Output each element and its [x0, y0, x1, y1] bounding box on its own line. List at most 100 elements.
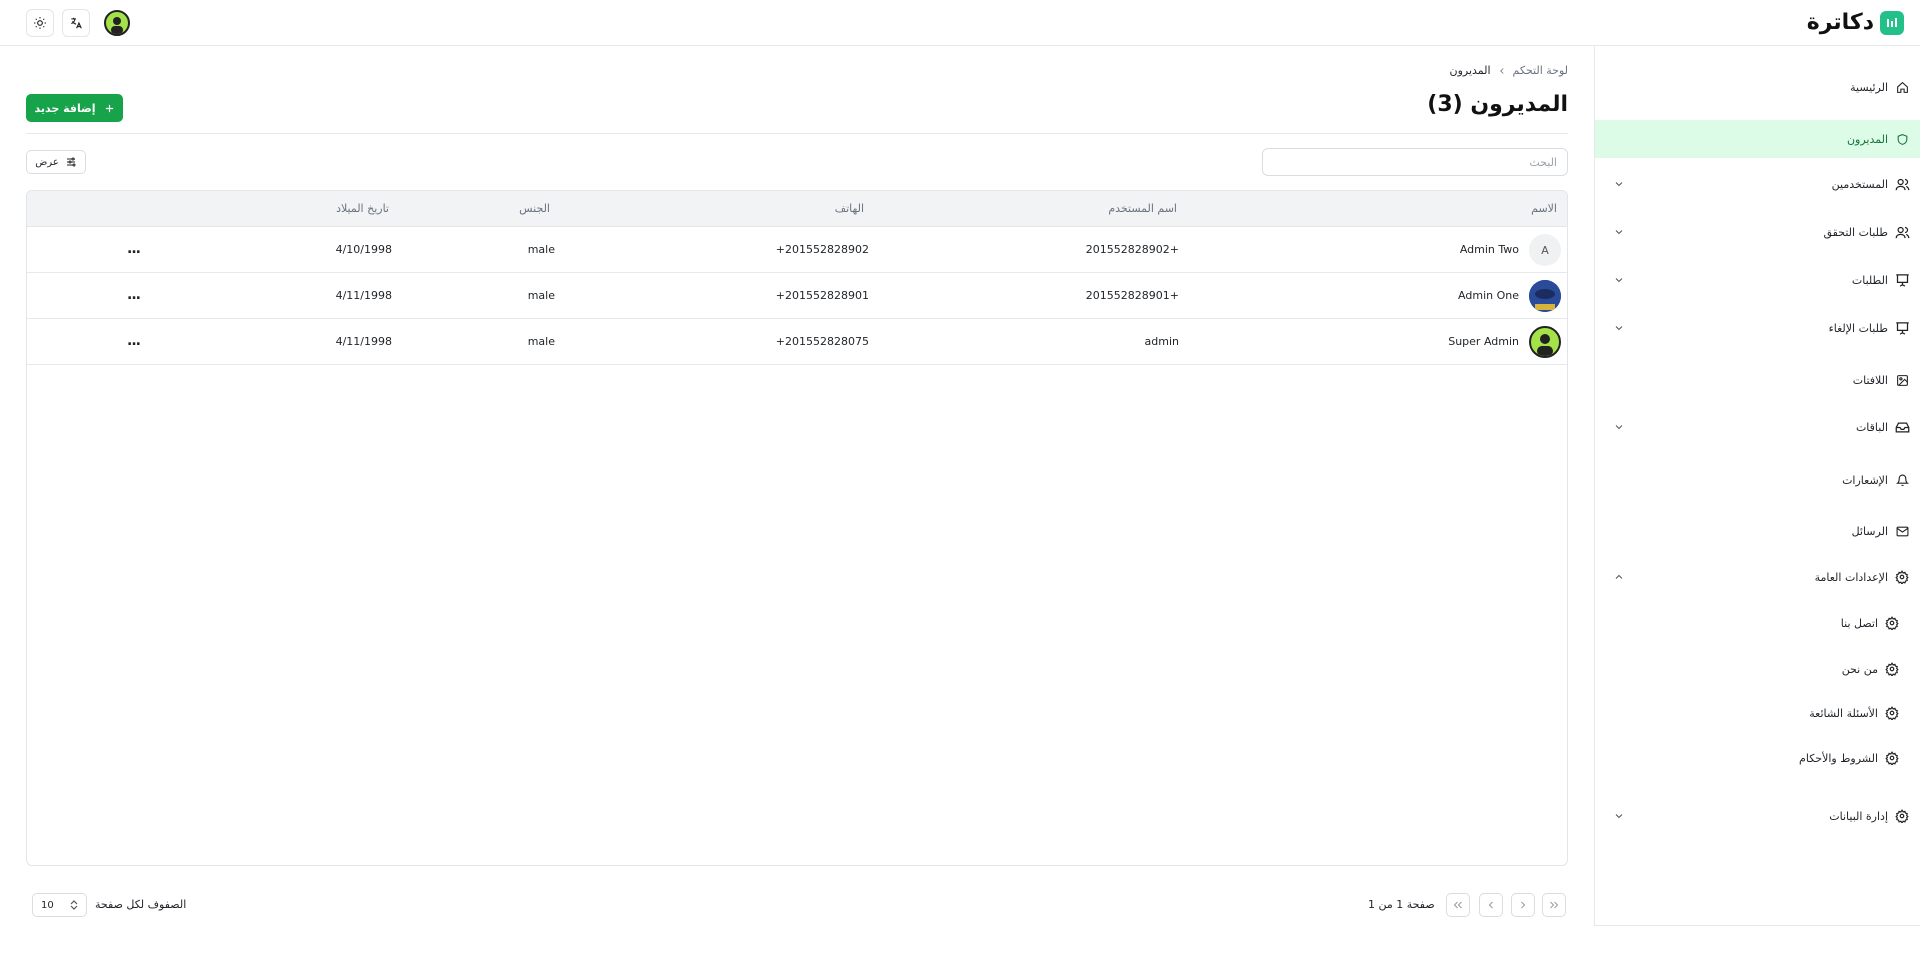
sidebar-item-home[interactable]: الرئيسية [1595, 68, 1920, 106]
table-row[interactable]: Admin One 201552828901+ +201552828901 ma… [27, 273, 1567, 319]
gear-icon [1884, 750, 1900, 766]
avatar: A [1529, 234, 1561, 266]
gear-icon [1884, 705, 1900, 721]
users-icon [1894, 224, 1910, 240]
avatar [1529, 280, 1561, 312]
table-row[interactable]: A Admin Two 201552828902+ +201552828902 … [27, 227, 1567, 273]
plus-icon [104, 103, 115, 114]
mail-icon [1894, 523, 1910, 539]
chevron-down-icon [1613, 274, 1625, 286]
cell-username: 201552828902+ [1085, 243, 1179, 256]
chevron-up-icon [1613, 571, 1625, 583]
presentation-icon [1894, 272, 1910, 288]
row-actions-button[interactable]: ... [127, 287, 141, 303]
sidebar-item-admins[interactable]: المديرون [1595, 120, 1920, 158]
sidebar-item-users[interactable]: المستخدمين [1595, 165, 1920, 203]
brand-name: دكاترة [1806, 10, 1875, 35]
next-page-button[interactable] [1479, 893, 1503, 917]
column-header-name[interactable]: الاسم [1531, 202, 1557, 215]
cell-birthdate: 4/10/1998 [335, 243, 392, 256]
inbox-icon [1894, 419, 1910, 435]
sliders-icon [65, 156, 77, 168]
cell-phone: +201552828902 [775, 243, 869, 256]
sidebar-item-general-settings[interactable]: الإعدادات العامة [1595, 558, 1920, 596]
gear-icon [1894, 808, 1910, 824]
presentation-icon [1894, 320, 1910, 336]
row-actions-button[interactable]: ... [127, 333, 141, 349]
sidebar-item-label: من نحن [1841, 662, 1878, 676]
sidebar-subitem-about-us[interactable]: من نحن [1595, 650, 1920, 688]
chevron-down-icon [1613, 322, 1625, 334]
cell-phone: +201552828901 [775, 289, 869, 302]
last-page-button[interactable] [1446, 893, 1470, 917]
translate-icon [69, 16, 83, 30]
language-button[interactable] [62, 9, 90, 37]
chevron-down-icon [1613, 810, 1625, 822]
cell-gender: male [527, 243, 555, 256]
cell-phone: +201552828075 [775, 335, 869, 348]
bell-icon [1894, 472, 1910, 488]
sidebar-item-label: المديرون [1846, 132, 1888, 146]
rows-per-page-select[interactable]: 10 [32, 893, 87, 917]
table-header: الاسم اسم المستخدم الهاتف الجنس تاريخ ال… [27, 191, 1567, 227]
page-title: المديرون (3) [1427, 92, 1568, 117]
sidebar: الرئيسية المديرون المستخدمين طلبات التحق… [1594, 46, 1920, 926]
column-header-gender[interactable]: الجنس [519, 202, 550, 215]
row-actions-button[interactable]: ... [127, 241, 141, 257]
sidebar-item-label: الإعدادات العامة [1814, 570, 1888, 584]
table-row[interactable]: Super Admin admin +201552828075 male 4/1… [27, 319, 1567, 365]
sidebar-item-label: الرئيسية [1850, 80, 1888, 94]
theme-toggle-button[interactable] [26, 9, 54, 37]
add-new-button[interactable]: إضافة جديد [26, 94, 123, 122]
add-new-label: إضافة جديد [34, 101, 96, 115]
cell-name: Admin Two [1459, 243, 1519, 256]
sidebar-item-label: اتصل بنا [1840, 616, 1878, 630]
cell-name: Admin One [1458, 289, 1519, 302]
cell-name: Super Admin [1448, 335, 1519, 348]
sidebar-item-label: طلبات الإلغاء [1828, 321, 1888, 335]
column-header-birthdate[interactable]: تاريخ الميلاد [336, 202, 389, 215]
sidebar-subitem-contact-us[interactable]: اتصل بنا [1595, 604, 1920, 642]
gear-icon [1894, 569, 1910, 585]
gear-icon [1884, 615, 1900, 631]
page-status: صفحة 1 من 1 [1368, 898, 1435, 911]
sidebar-item-label: الإشعارات [1842, 473, 1888, 487]
top-bar: دكاترة [0, 0, 1920, 46]
sidebar-item-messages[interactable]: الرسائل [1595, 512, 1920, 550]
column-header-phone[interactable]: الهاتف [835, 202, 864, 215]
avatar [1529, 326, 1561, 358]
sidebar-item-data-management[interactable]: إدارة البيانات [1595, 797, 1920, 835]
cell-username: 201552828901+ [1085, 289, 1179, 302]
first-page-button[interactable] [1542, 893, 1566, 917]
image-icon [1894, 372, 1910, 388]
search-input[interactable]: البحث [1262, 148, 1568, 176]
view-options-button[interactable]: عرض [26, 150, 86, 174]
view-label: عرض [35, 156, 59, 168]
sidebar-item-cancel-requests[interactable]: طلبات الإلغاء [1595, 309, 1920, 347]
sidebar-subitem-faq[interactable]: الأسئلة الشائعة [1595, 694, 1920, 732]
admins-table: الاسم اسم المستخدم الهاتف الجنس تاريخ ال… [26, 190, 1568, 866]
breadcrumb-root[interactable]: لوحة التحكم [1513, 64, 1568, 77]
divider [26, 133, 1568, 134]
cell-gender: male [527, 289, 555, 302]
sidebar-subitem-terms[interactable]: الشروط والأحكام [1595, 739, 1920, 777]
sidebar-item-notifications[interactable]: الإشعارات [1595, 461, 1920, 499]
sidebar-item-verification-requests[interactable]: طلبات التحقق [1595, 213, 1920, 251]
sidebar-item-orders[interactable]: الطلبات [1595, 261, 1920, 299]
top-actions [26, 9, 130, 37]
chevrons-right-icon [1548, 899, 1560, 911]
sidebar-item-packages[interactable]: الباقات [1595, 408, 1920, 446]
sidebar-item-label: إدارة البيانات [1829, 809, 1888, 823]
chevrons-left-icon [1452, 899, 1464, 911]
sidebar-item-label: الرسائل [1851, 524, 1888, 538]
shield-icon [1894, 131, 1910, 147]
brand[interactable]: دكاترة [1807, 10, 1904, 35]
sidebar-item-label: المستخدمين [1831, 177, 1888, 191]
sidebar-item-banners[interactable]: اللافتات [1595, 361, 1920, 399]
column-header-username[interactable]: اسم المستخدم [1108, 202, 1177, 215]
sidebar-item-label: الطلبات [1851, 273, 1888, 287]
user-avatar[interactable] [104, 10, 130, 36]
sun-icon [33, 16, 47, 30]
cell-gender: male [527, 335, 555, 348]
previous-page-button[interactable] [1511, 893, 1535, 917]
